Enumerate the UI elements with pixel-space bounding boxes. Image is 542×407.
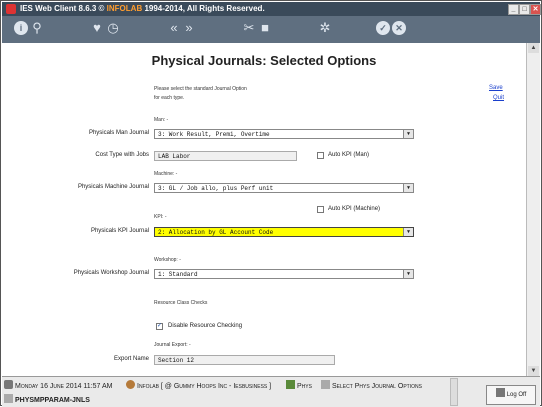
workshop-section-heading: Workshop: - <box>154 257 181 263</box>
export-name-label: Export Name <box>113 356 149 362</box>
settings-icon[interactable]: ✲ <box>318 21 332 35</box>
window-title: IES Web Client 8.6.3 © INFOLAB 1994-2014… <box>20 4 265 13</box>
user-icon <box>126 380 135 389</box>
vertical-scrollbar[interactable]: ▲ ▼ <box>526 43 540 376</box>
cost-type-field[interactable]: LAB Labor <box>154 151 297 161</box>
man-journal-value: 3: Work Result, Premi, Overtime <box>158 131 270 138</box>
workshop-journal-select[interactable]: 1: Standard ▼ <box>154 269 414 279</box>
page-title: Physical Journals: Selected Options <box>151 53 377 68</box>
module-icon <box>286 380 295 389</box>
status-screen: Select Phys Journal Options <box>321 380 422 393</box>
chevron-down-icon[interactable]: ▼ <box>403 130 413 138</box>
logoff-button[interactable]: Log Off <box>486 385 536 405</box>
maximize-button[interactable]: □ <box>519 4 530 15</box>
status-scrollbar[interactable] <box>450 378 458 406</box>
auto-kpi-machine-checkbox[interactable] <box>317 206 324 213</box>
machine-journal-value: 3: GL / Job allo, plus Perf unit <box>158 185 274 192</box>
forward-icon[interactable]: » <box>182 21 196 35</box>
app-window: IES Web Client 8.6.3 © INFOLAB 1994-2014… <box>0 0 542 407</box>
auto-kpi-man-label: Auto KPI (Man) <box>328 152 370 158</box>
status-user: Infolab [ @ Gummy Hoops Inc - Iesbusines… <box>126 380 271 393</box>
man-journal-select[interactable]: 3: Work Result, Premi, Overtime ▼ <box>154 129 414 139</box>
status-screen-id-row: PHYSMPPARAM-JNLS <box>4 394 444 406</box>
instruction-line-1: Please select the standard Journal Optio… <box>154 86 247 92</box>
chevron-down-icon[interactable]: ▼ <box>403 270 413 278</box>
minimize-button[interactable]: _ <box>508 4 519 15</box>
cost-type-label: Cost Type with Jobs <box>95 152 149 158</box>
kpi-section-heading: KPI: - <box>154 214 167 220</box>
app-icon <box>6 4 16 14</box>
kpi-journal-select[interactable]: 2: Allocation by GL Account Code ▼ <box>154 227 414 237</box>
tools-icon[interactable]: ✂ <box>242 21 256 35</box>
disable-resource-checkbox[interactable]: ✓ <box>156 323 163 330</box>
title-bar: IES Web Client 8.6.3 © INFOLAB 1994-2014… <box>2 2 541 16</box>
history-icon[interactable]: ◷ <box>106 21 120 35</box>
disable-resource-label: Disable Resource Checking <box>168 323 243 329</box>
machine-section-heading: Machine: - <box>154 171 178 177</box>
status-module: Phys <box>286 380 312 393</box>
page-icon <box>4 394 13 403</box>
main-content: Physical Journals: Selected Options Plea… <box>2 43 540 376</box>
favorite-icon[interactable]: ♥ <box>90 21 104 35</box>
save-link[interactable]: Save <box>489 85 503 91</box>
status-bar: Monday 16 June 2014 11:57 AM Infolab [ @… <box>2 376 540 407</box>
export-section-heading: Journal Export: - <box>154 342 191 348</box>
instruction-line-2: for each type. <box>154 95 185 101</box>
auto-kpi-man-checkbox[interactable] <box>317 152 324 159</box>
cancel-icon[interactable]: ✕ <box>392 21 406 35</box>
status-date: Monday 16 June 2014 11:57 AM <box>4 380 113 393</box>
document-icon <box>321 380 330 389</box>
clock-icon <box>4 380 13 389</box>
chevron-down-icon[interactable]: ▼ <box>403 184 413 192</box>
resource-section-heading: Resource Class Checks <box>154 300 208 306</box>
logoff-icon <box>495 388 505 397</box>
kpi-journal-value: 2: Allocation by GL Account Code <box>158 229 274 236</box>
info-icon[interactable]: i <box>14 21 28 35</box>
toolbar: i ⚲ ♥ ◷ « » ✂ ■ ✲ ✓ ✕ <box>2 16 540 43</box>
man-section-heading: Man: - <box>154 117 169 123</box>
machine-journal-label: Physicals Machine Journal <box>77 184 149 190</box>
search-icon[interactable]: ⚲ <box>30 21 44 35</box>
man-journal-label: Physicals Man Journal <box>88 130 149 136</box>
ok-icon[interactable]: ✓ <box>376 21 390 35</box>
quit-link[interactable]: Quit <box>493 95 504 101</box>
export-name-field[interactable]: Section 12 <box>154 355 335 365</box>
back-icon[interactable]: « <box>167 21 181 35</box>
new-icon[interactable]: ■ <box>258 21 272 35</box>
auto-kpi-machine-label: Auto KPI (Machine) <box>328 206 381 212</box>
machine-journal-select[interactable]: 3: GL / Job allo, plus Perf unit ▼ <box>154 183 414 193</box>
close-button[interactable]: ✕ <box>530 4 541 15</box>
instructions: Please select the standard Journal Optio… <box>154 85 247 103</box>
workshop-journal-label: Physicals Workshop Journal <box>73 270 149 276</box>
scroll-up-icon[interactable]: ▲ <box>528 43 539 53</box>
screen-id: PHYSMPPARAM-JNLS <box>15 397 90 404</box>
workshop-journal-value: 1: Standard <box>158 271 198 278</box>
chevron-down-icon[interactable]: ▼ <box>403 228 413 236</box>
scroll-down-icon[interactable]: ▼ <box>528 366 539 376</box>
kpi-journal-label: Physicals KPI Journal <box>90 228 149 234</box>
